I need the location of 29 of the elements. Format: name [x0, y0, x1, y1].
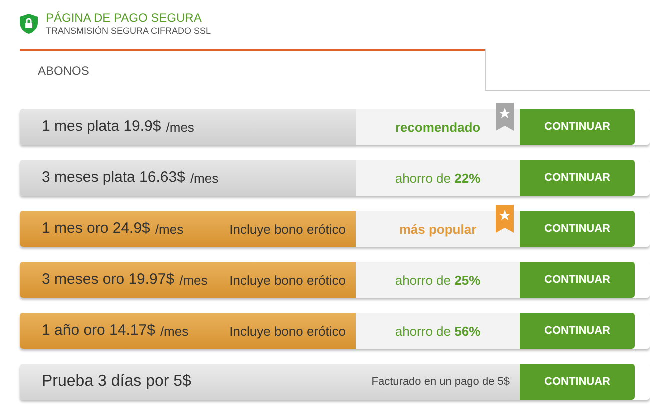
- plan-note: ahorro de 56%: [395, 322, 481, 340]
- billing-note: Facturado en un pago de 5$: [372, 375, 510, 390]
- continue-button[interactable]: CONTINUAR: [520, 109, 635, 146]
- plan-note: más popular: [399, 220, 477, 239]
- plan-name: 3 meses oro 19.97$: [42, 270, 175, 290]
- plan-note: ahorro de 22%: [395, 170, 481, 188]
- continue-button[interactable]: CONTINUAR: [520, 262, 635, 298]
- page-title: PÁGINA DE PAGO SEGURA: [46, 11, 203, 26]
- plan-name: 1 mes plata 19.9$: [42, 117, 162, 137]
- continue-button[interactable]: CONTINUAR: [520, 211, 635, 248]
- plan-note: recomendado: [395, 118, 481, 136]
- plan-unit: /mes: [166, 118, 194, 136]
- plan-name: 1 mes oro 24.9$: [42, 219, 150, 239]
- bonus-label: Incluye bono erótico: [230, 322, 346, 341]
- plan-name: 3 meses plata 16.63$: [42, 168, 186, 188]
- plan-unit: /mes: [180, 272, 208, 290]
- shield-lock-icon: [20, 14, 38, 34]
- plan-name: Prueba 3 días por 5$: [42, 372, 192, 392]
- page-subtitle: TRANSMISIÓN SEGURA CIFRADO SSL: [46, 26, 212, 38]
- plan-unit: /mes: [155, 220, 184, 238]
- continue-button[interactable]: CONTINUAR: [520, 160, 635, 196]
- continue-button[interactable]: CONTINUAR: [520, 313, 635, 350]
- plan-unit: /mes: [160, 322, 189, 340]
- continue-button[interactable]: CONTINUAR: [520, 364, 635, 400]
- bonus-label: Incluye bono erótico: [230, 272, 346, 290]
- plan-note: ahorro de 25%: [395, 272, 481, 290]
- plan-name: 1 año oro 14.17$: [42, 321, 156, 341]
- plan-unit: /mes: [190, 170, 219, 188]
- bonus-label: Incluye bono erótico: [230, 220, 346, 239]
